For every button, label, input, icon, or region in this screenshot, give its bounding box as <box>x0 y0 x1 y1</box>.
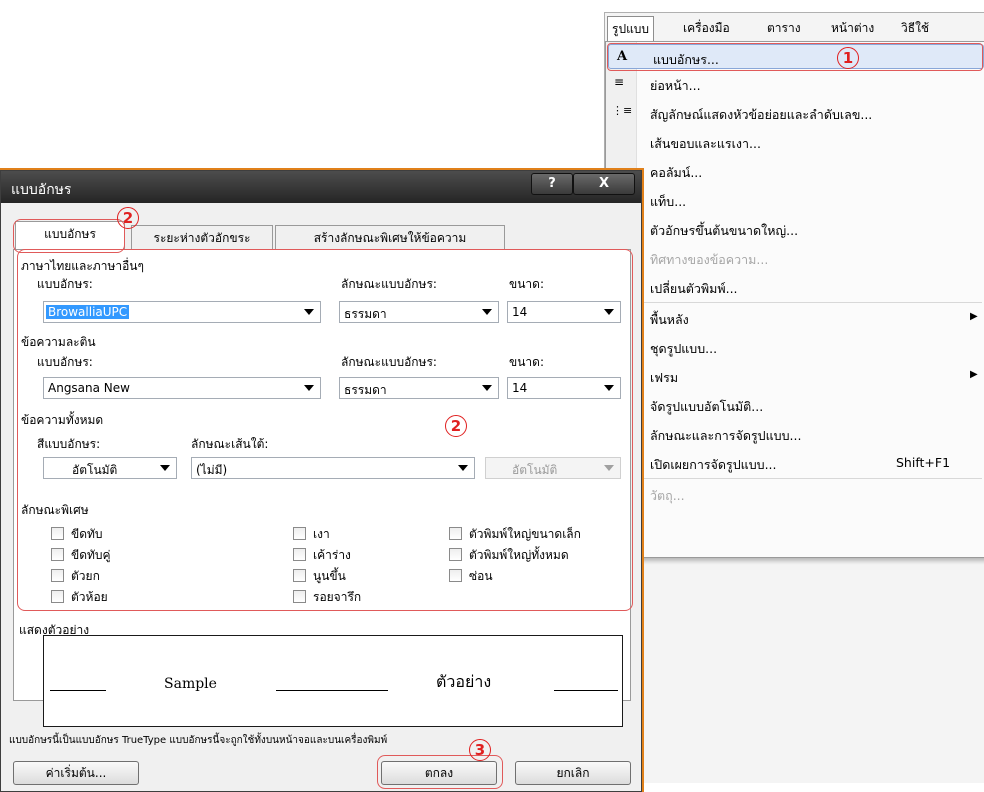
menu-item-label: คอลัมน์... <box>650 165 703 180</box>
menu-help[interactable]: วิธีใช้ <box>901 19 929 38</box>
preview-underline-middle <box>276 690 388 691</box>
format-menu-window: รูปแบบ เครื่องมือ ตาราง หน้าต่าง วิธีใช้… <box>604 12 984 783</box>
menu-tools[interactable]: เครื่องมือ <box>683 19 730 38</box>
menu-item-label: จัดรูปแบบอัตโนมัติ... <box>650 399 764 414</box>
menu-item-bullets-numbering[interactable]: ⋮≡ สัญลักษณ์แสดงหัวข้อย่อยและลำดับเลข... <box>606 100 984 125</box>
preview-sample-thai: ตัวอย่าง <box>436 672 492 691</box>
menu-item-change-case[interactable]: เปลี่ยนตัวพิมพ์... <box>606 274 984 299</box>
format-dropdown: A แบบอักษร... ≡ ย่อหน้า... ⋮≡ สัญลักษณ์แ… <box>605 41 984 558</box>
font-dialog: แบบอักษร ? X แบบอักษร ระยะห่างตัวอักขระ … <box>0 170 642 792</box>
menu-item-drop-cap[interactable]: ตัวอักษรขึ้นต้นขนาดใหญ่... <box>606 216 984 241</box>
truetype-note: แบบอักษรนี้เป็นแบบอักษร TrueType แบบอักษ… <box>9 735 388 746</box>
menu-item-label: ตัวอักษรขึ้นต้นขนาดใหญ่... <box>650 223 799 238</box>
menu-item-shortcut: Shift+F1 <box>896 455 951 470</box>
preview-box: Sample ตัวอย่าง <box>43 635 623 727</box>
dialog-title: แบบอักษร <box>11 182 72 198</box>
menu-item-columns[interactable]: คอลัมน์... <box>606 158 984 183</box>
menu-item-reveal-formatting[interactable]: เปิดเผยการจัดรูปแบบ... Shift+F1 <box>606 450 984 475</box>
menu-item-frames[interactable]: เฟรม ▶ <box>606 363 984 388</box>
annotation-number-two-panel: 2 <box>445 415 467 437</box>
annotation-outline-font-item <box>607 43 983 71</box>
menu-item-tabs[interactable]: แท็บ... <box>606 187 984 212</box>
annotation-number-two-tab: 2 <box>117 207 139 229</box>
menu-item-label: พื้นหลัง <box>650 312 689 327</box>
annotation-number-one: 1 <box>837 47 859 69</box>
menu-item-object: วัตถุ... <box>606 481 984 506</box>
menu-item-label: เฟรม <box>650 370 679 385</box>
tab-character-spacing[interactable]: ระยะห่างตัวอักขระ <box>131 225 273 250</box>
menu-item-label: สัญลักษณ์แสดงหัวข้อย่อยและลำดับเลข... <box>650 107 873 122</box>
menu-item-text-direction: ทิศทางของข้อความ... <box>606 245 984 270</box>
bullet-list-icon: ⋮≡ <box>612 104 633 117</box>
menu-item-theme[interactable]: ชุดรูปแบบ... <box>606 334 984 359</box>
menu-item-label: เปิดเผยการจัดรูปแบบ... <box>650 457 777 472</box>
preview-underline-right <box>554 690 618 691</box>
annotation-number-three: 3 <box>469 739 491 761</box>
menu-item-borders-shading[interactable]: เส้นขอบและแรเงา... <box>606 129 984 154</box>
menu-table[interactable]: ตาราง <box>767 19 801 38</box>
submenu-arrow-icon: ▶ <box>970 369 978 380</box>
menu-item-label: ย่อหน้า... <box>650 78 701 93</box>
menu-window[interactable]: หน้าต่าง <box>831 19 874 38</box>
cancel-button[interactable]: ยกเลิก <box>515 761 631 785</box>
annotation-outline-font-tab <box>13 219 125 253</box>
menu-item-label: ทิศทางของข้อความ... <box>650 252 769 267</box>
default-button[interactable]: ค่าเริ่มต้น... <box>13 761 139 785</box>
close-button[interactable]: X <box>573 173 635 195</box>
menu-item-label: เส้นขอบและแรเงา... <box>650 136 761 151</box>
tab-text-effects[interactable]: สร้างลักษณะพิเศษให้ข้อความ <box>275 225 505 250</box>
preview-sample-english: Sample <box>164 676 217 692</box>
menu-item-label: แท็บ... <box>650 194 687 209</box>
menu-separator <box>638 478 982 479</box>
menu-item-paragraph[interactable]: ≡ ย่อหน้า... <box>606 71 984 96</box>
menu-item-background[interactable]: พื้นหลัง ▶ <box>606 305 984 330</box>
annotation-outline-font-settings <box>17 249 633 611</box>
submenu-arrow-icon: ▶ <box>970 311 978 322</box>
menu-item-styles-formatting[interactable]: ลักษณะและการจัดรูปแบบ... <box>606 421 984 446</box>
menu-format[interactable]: รูปแบบ <box>607 16 655 42</box>
menu-separator <box>638 302 982 303</box>
menu-bar: รูปแบบ เครื่องมือ ตาราง หน้าต่าง วิธีใช้ <box>605 13 984 42</box>
help-button[interactable]: ? <box>531 173 573 195</box>
preview-underline-left <box>50 690 106 691</box>
menu-item-autoformat[interactable]: จัดรูปแบบอัตโนมัติ... <box>606 392 984 417</box>
menu-item-label: ชุดรูปแบบ... <box>650 341 718 356</box>
paragraph-icon: ≡ <box>614 75 625 89</box>
dialog-titlebar: แบบอักษร ? X <box>1 171 641 203</box>
menu-item-label: เปลี่ยนตัวพิมพ์... <box>650 281 738 296</box>
menu-item-label: วัตถุ... <box>650 488 685 503</box>
menu-item-label: ลักษณะและการจัดรูปแบบ... <box>650 428 802 443</box>
